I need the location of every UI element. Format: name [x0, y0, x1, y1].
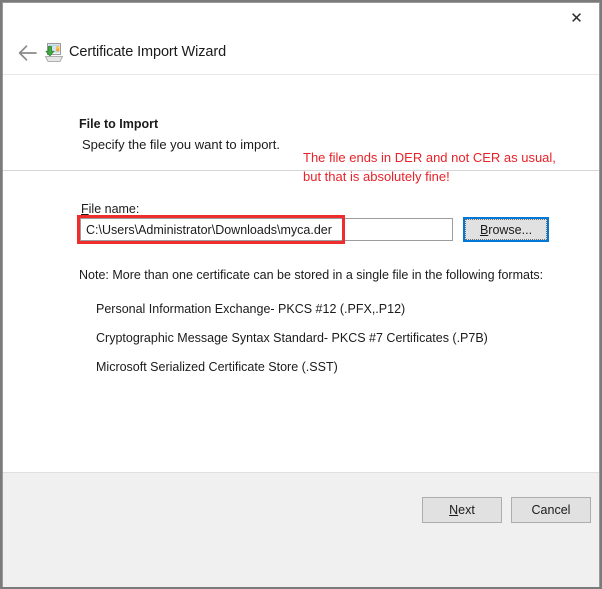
formats-note: Note: More than one certificate can be s…: [79, 268, 544, 282]
wizard-footer: Next Cancel: [3, 472, 599, 587]
file-name-label-accel: F: [81, 202, 89, 216]
file-name-label: File name:: [81, 202, 139, 216]
cancel-button[interactable]: Cancel: [511, 497, 591, 523]
certificate-import-icon: [43, 42, 65, 64]
close-icon[interactable]: ✕: [554, 3, 599, 33]
browse-button[interactable]: Browse...: [463, 217, 549, 242]
supported-formats-list: Personal Information Exchange- PKCS #12 …: [96, 295, 556, 382]
back-arrow-icon[interactable]: [11, 37, 45, 69]
page-title: Certificate Import Wizard: [69, 44, 227, 60]
next-button-accel: N: [449, 503, 459, 517]
certificate-import-wizard-window: ✕ Certificate Import Wizard File to Impo…: [2, 2, 600, 587]
screenshot-root: ✕ Certificate Import Wizard File to Impo…: [0, 0, 602, 589]
annotation-note: The file ends in DER and not CER as usua…: [303, 150, 556, 184]
list-item: Cryptographic Message Syntax Standard- P…: [96, 331, 488, 345]
wizard-header: Certificate Import Wizard: [3, 33, 599, 75]
section-heading: File to Import: [79, 117, 159, 131]
next-button[interactable]: Next: [422, 497, 502, 523]
list-item: Personal Information Exchange- PKCS #12 …: [96, 302, 406, 316]
browse-button-label: rowse...: [488, 222, 533, 237]
file-name-input[interactable]: [80, 218, 453, 241]
window-caption-bar: ✕: [3, 3, 599, 33]
next-button-label: ext: [458, 503, 475, 517]
list-item: Microsoft Serialized Certificate Store (…: [96, 360, 338, 374]
file-name-label-rest: ile name:: [88, 202, 140, 216]
section-subheading: Specify the file you want to import.: [82, 137, 280, 152]
browse-button-accel: B: [479, 222, 489, 237]
